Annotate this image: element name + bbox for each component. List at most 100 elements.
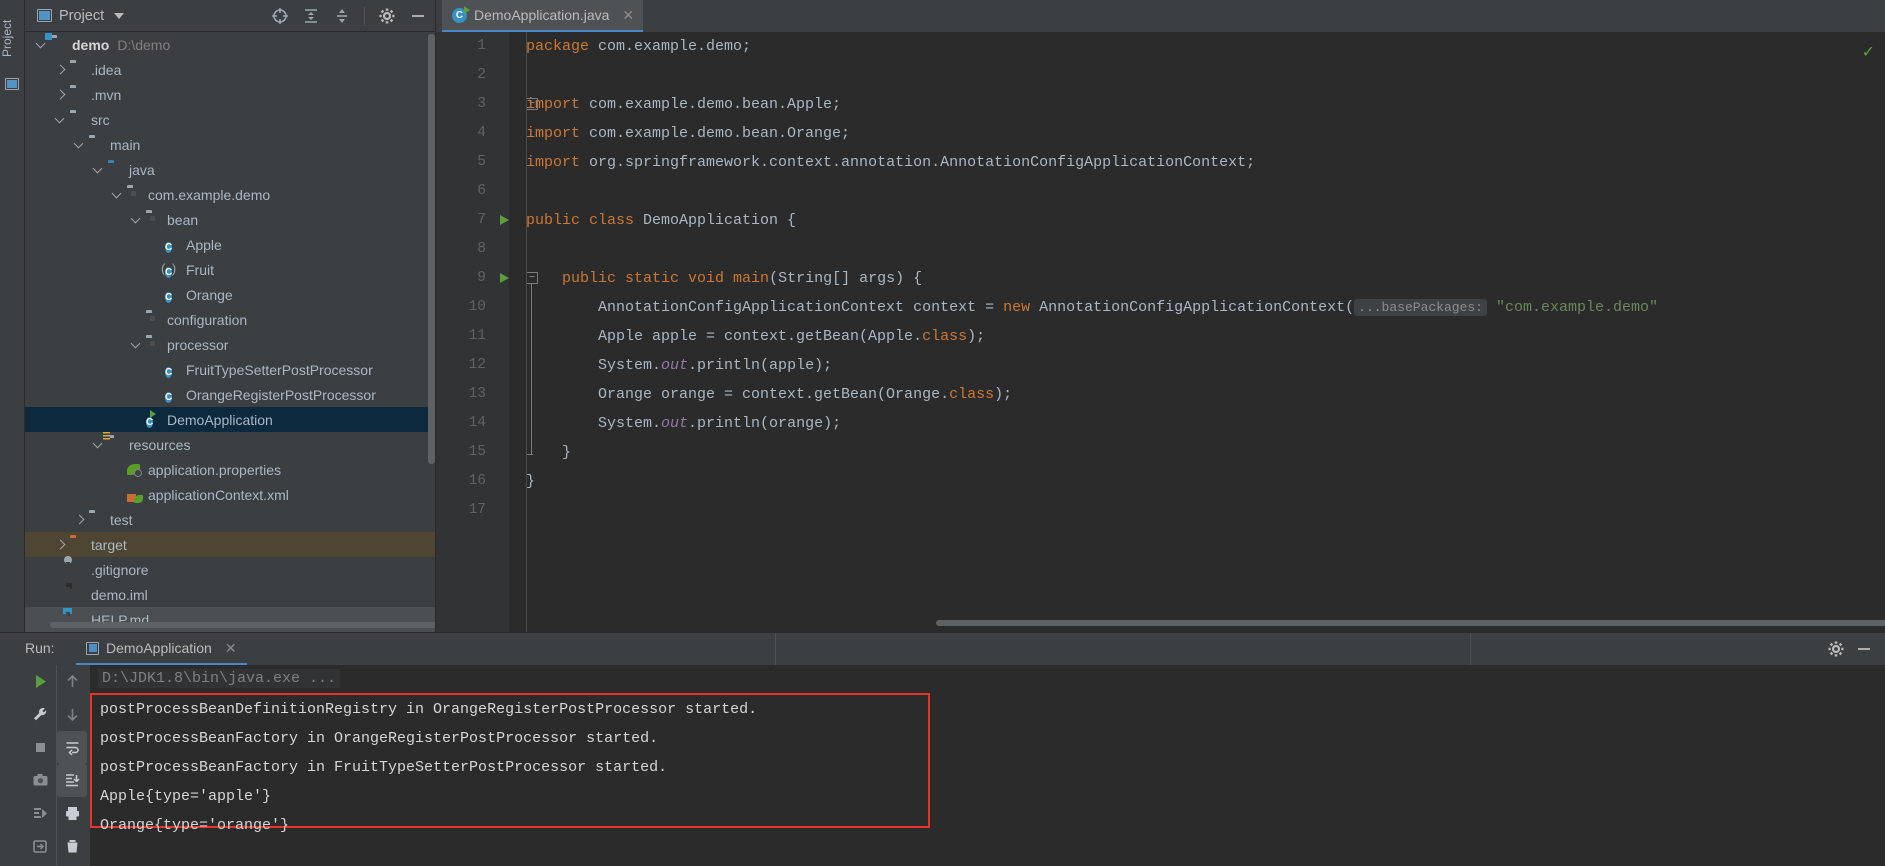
chevron-down-icon[interactable] bbox=[130, 338, 143, 351]
tree-item-main[interactable]: main bbox=[25, 132, 435, 157]
close-icon[interactable]: ✕ bbox=[622, 7, 634, 24]
run-gutter-icon[interactable] bbox=[500, 215, 509, 225]
code-line[interactable]: import com.example.demo.bean.Apple; bbox=[526, 90, 1885, 119]
rerun-button[interactable] bbox=[25, 665, 56, 698]
run-gutter-icon[interactable] bbox=[500, 273, 509, 283]
settings-gear-icon[interactable] bbox=[1827, 640, 1845, 663]
print-button[interactable] bbox=[57, 797, 87, 830]
code-line[interactable]: public static void main(String[] args) { bbox=[526, 264, 1885, 293]
tree-item-help-md[interactable]: HELP.md bbox=[25, 607, 435, 632]
gutter-row[interactable] bbox=[492, 235, 526, 264]
minimize-icon[interactable] bbox=[1855, 640, 1873, 663]
tree-item-target[interactable]: target bbox=[25, 532, 435, 557]
code-line[interactable]: public class DemoApplication { bbox=[526, 206, 1885, 235]
gutter-row[interactable] bbox=[492, 148, 526, 177]
gutter-row[interactable] bbox=[492, 438, 533, 467]
gutter-row[interactable] bbox=[492, 119, 526, 148]
project-tree-hscrollbar[interactable] bbox=[50, 622, 440, 628]
settings-gear-icon[interactable] bbox=[378, 7, 396, 25]
editor-tab-demoapplication[interactable]: C DemoApplication.java ✕ bbox=[442, 0, 644, 32]
edit-configuration-button[interactable] bbox=[25, 698, 56, 731]
chevron-down-icon[interactable] bbox=[73, 138, 86, 151]
clear-all-button[interactable] bbox=[57, 830, 87, 863]
code-line[interactable] bbox=[526, 496, 1885, 525]
code-line[interactable]: AnnotationConfigApplicationContext conte… bbox=[526, 293, 1885, 322]
tree-item-processor[interactable]: processor bbox=[25, 332, 435, 357]
tree-item-orange[interactable]: C Orange bbox=[25, 282, 435, 307]
tree-item-idea[interactable]: .idea bbox=[25, 57, 435, 82]
scroll-to-end-button[interactable] bbox=[57, 764, 87, 797]
gutter-row[interactable] bbox=[492, 322, 526, 351]
code-line[interactable]: System.out.println(orange); bbox=[526, 409, 1885, 438]
code-line[interactable] bbox=[526, 235, 1885, 264]
tree-item-resources[interactable]: resources bbox=[25, 431, 435, 457]
hide-panel-icon[interactable] bbox=[409, 7, 427, 25]
gutter-row[interactable] bbox=[492, 351, 526, 380]
chevron-down-icon[interactable] bbox=[92, 163, 105, 176]
chevron-down-icon[interactable] bbox=[130, 213, 143, 226]
tree-item-fruittypesetterpostprocessor[interactable]: C FruitTypeSetterPostProcessor bbox=[25, 357, 435, 382]
chevron-down-icon[interactable] bbox=[92, 438, 105, 451]
tree-item-bean[interactable]: bean bbox=[25, 207, 435, 232]
tree-item-apple[interactable]: C Apple bbox=[25, 232, 435, 257]
tree-item-applicationcontext-xml[interactable]: applicationContext.xml bbox=[25, 482, 435, 507]
chevron-right-icon[interactable] bbox=[54, 88, 67, 101]
tree-item-src[interactable]: src bbox=[25, 107, 435, 132]
code-line[interactable]: Apple apple = context.getBean(Apple.clas… bbox=[526, 322, 1885, 351]
chevron-down-icon[interactable] bbox=[35, 38, 48, 51]
editor-horizontal-scrollbar[interactable] bbox=[936, 620, 1885, 626]
chevron-down-icon[interactable] bbox=[54, 113, 67, 126]
tree-item-com-example-demo[interactable]: com.example.demo bbox=[25, 182, 435, 207]
close-icon[interactable]: ✕ bbox=[225, 640, 237, 657]
chevron-down-icon[interactable] bbox=[111, 188, 124, 201]
gutter-row[interactable] bbox=[492, 496, 526, 525]
run-tab-demoapplication[interactable]: DemoApplication ✕ bbox=[76, 633, 247, 665]
tree-item-fruit[interactable]: C Fruit bbox=[25, 257, 435, 282]
code-line[interactable]: Orange orange = context.getBean(Orange.c… bbox=[526, 380, 1885, 409]
project-tree-scrollbar[interactable] bbox=[428, 34, 435, 464]
tree-item-demoapplication[interactable]: C DemoApplication bbox=[25, 407, 435, 432]
gutter-row[interactable] bbox=[492, 293, 526, 322]
code-line[interactable] bbox=[526, 61, 1885, 90]
screenshot-button[interactable] bbox=[25, 764, 56, 797]
gutter-row[interactable] bbox=[492, 206, 526, 235]
gutter-row[interactable] bbox=[492, 409, 526, 438]
tree-item-java[interactable]: java bbox=[25, 157, 435, 182]
gutter-row[interactable] bbox=[492, 32, 526, 61]
code-line[interactable]: import org.springframework.context.annot… bbox=[526, 148, 1885, 177]
collapse-all-icon[interactable] bbox=[333, 7, 351, 25]
code-line[interactable]: } bbox=[526, 438, 1885, 467]
project-tree[interactable]: demo D:\demo .idea .mvn src main java com.examp… bbox=[25, 32, 435, 632]
locate-icon[interactable] bbox=[271, 7, 289, 25]
next-occurrence-button[interactable] bbox=[57, 698, 87, 731]
tree-item-application-properties[interactable]: application.properties bbox=[25, 457, 435, 482]
code-editor[interactable]: 1 2 3 4 5 6 7 8 9 10 11 12 13 14 15 16 17 − − package com… bbox=[436, 32, 1885, 632]
tree-item-demo[interactable]: demo D:\demo bbox=[25, 32, 435, 57]
tool-tab-project[interactable]: Project bbox=[0, 3, 25, 73]
chevron-right-icon[interactable] bbox=[73, 513, 86, 526]
soft-wrap-button[interactable] bbox=[57, 731, 87, 764]
tree-item-configuration[interactable]: configuration bbox=[25, 307, 435, 332]
prev-occurrence-button[interactable] bbox=[57, 665, 87, 698]
chevron-down-icon[interactable] bbox=[114, 12, 125, 19]
gutter-row[interactable] bbox=[492, 177, 526, 206]
tree-item-demo-iml[interactable]: demo.iml bbox=[25, 582, 435, 607]
code-line[interactable]: } bbox=[526, 467, 1885, 496]
code-line[interactable]: package com.example.demo; bbox=[526, 32, 1885, 61]
chevron-right-icon[interactable] bbox=[54, 63, 67, 76]
gutter-row[interactable]: − bbox=[492, 264, 538, 293]
gutter-row[interactable] bbox=[492, 380, 526, 409]
stop-button[interactable] bbox=[25, 731, 56, 764]
editor-gutter[interactable]: 1 2 3 4 5 6 7 8 9 10 11 12 13 14 15 16 17 − − bbox=[436, 32, 538, 632]
chevron-right-icon[interactable] bbox=[54, 538, 67, 551]
expand-all-icon[interactable] bbox=[302, 7, 320, 25]
dump-threads-button[interactable] bbox=[25, 797, 56, 830]
gutter-row[interactable]: − bbox=[492, 90, 538, 119]
code-line[interactable]: import com.example.demo.bean.Orange; bbox=[526, 119, 1885, 148]
tree-item-orangeregisterpostprocessor[interactable]: C OrangeRegisterPostProcessor bbox=[25, 382, 435, 407]
restore-layout-button[interactable] bbox=[25, 830, 56, 863]
tree-item-gitignore[interactable]: .gitignore bbox=[25, 555, 435, 582]
run-console[interactable]: D:\JDK1.8\bin\java.exe ... postProcessBe… bbox=[90, 665, 1885, 866]
code-line[interactable]: System.out.println(apple); bbox=[526, 351, 1885, 380]
code-line[interactable] bbox=[526, 177, 1885, 206]
